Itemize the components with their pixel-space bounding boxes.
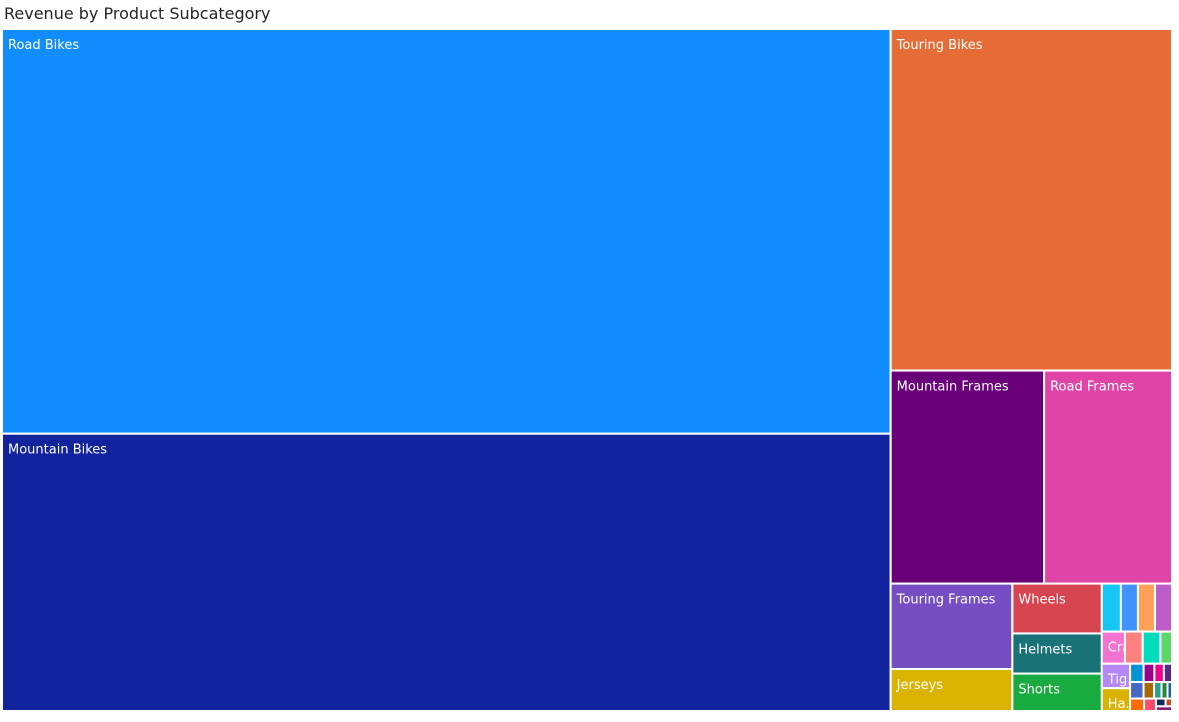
treemap-tile[interactable] bbox=[1141, 630, 1162, 665]
treemap-tile[interactable] bbox=[1129, 681, 1145, 700]
treemap-tile[interactable] bbox=[1142, 662, 1156, 684]
treemap-tile[interactable] bbox=[1166, 681, 1173, 700]
treemap-chart: Road Bikes Mountain Bikes Touring Bikes Mou… bbox=[1, 28, 1174, 713]
treemap-tile[interactable] bbox=[1155, 697, 1167, 708]
treemap-tile-rect[interactable] bbox=[1119, 582, 1139, 633]
treemap-tile-rect[interactable] bbox=[1123, 630, 1144, 665]
treemap-tile-label: Shorts bbox=[1018, 683, 1060, 698]
treemap-tile-rect[interactable] bbox=[1043, 369, 1173, 585]
treemap-tile[interactable] bbox=[1155, 705, 1174, 713]
treemap-tile[interactable]: Mountain Frames bbox=[889, 369, 1046, 585]
treemap-tile-rect[interactable] bbox=[1166, 681, 1173, 700]
treemap-tile-rect[interactable] bbox=[1136, 582, 1156, 633]
treemap-tile-rect[interactable] bbox=[1141, 630, 1162, 665]
treemap-tile-rect[interactable] bbox=[1142, 662, 1156, 684]
treemap-tile[interactable] bbox=[1153, 681, 1163, 700]
treemap-tile-rect[interactable] bbox=[1142, 681, 1156, 700]
treemap-tile[interactable]: Road Frames bbox=[1043, 369, 1173, 585]
treemap-tile[interactable]: Helmets bbox=[1011, 632, 1103, 675]
treemap-tile[interactable]: Shorts bbox=[1011, 672, 1103, 712]
treemap-tile[interactable] bbox=[1142, 681, 1156, 700]
treemap-tile-label: Mountain Bikes bbox=[8, 443, 107, 458]
treemap-tile[interactable] bbox=[1153, 582, 1174, 633]
treemap-tile-rect[interactable] bbox=[1143, 697, 1158, 713]
treemap-tile-rect[interactable] bbox=[1129, 697, 1146, 713]
treemap-tile-label: Touring Frames bbox=[896, 593, 996, 608]
treemap-tile[interactable] bbox=[1129, 697, 1146, 713]
treemap-tile[interactable]: Touring Bikes bbox=[889, 28, 1173, 372]
treemap-tile[interactable]: Road Bikes bbox=[1, 28, 892, 435]
treemap-tile[interactable]: Wheels bbox=[1011, 582, 1103, 635]
treemap-tile[interactable] bbox=[1123, 630, 1144, 665]
treemap-tile[interactable] bbox=[1129, 662, 1145, 684]
treemap-tile[interactable] bbox=[1143, 697, 1158, 713]
treemap-tile-rect[interactable] bbox=[1100, 582, 1122, 633]
treemap-tile-label: Road Frames bbox=[1050, 380, 1134, 395]
treemap-tile-rect[interactable] bbox=[1153, 582, 1174, 633]
treemap-tile-rect[interactable] bbox=[1153, 662, 1165, 684]
treemap-tile[interactable] bbox=[1153, 662, 1165, 684]
treemap-tile-label: Mountain Frames bbox=[897, 380, 1009, 395]
treemap-tile-rect[interactable] bbox=[1153, 681, 1163, 700]
treemap-tile-label: Jerseys bbox=[896, 678, 944, 693]
treemap-tile-rect[interactable] bbox=[1129, 662, 1145, 684]
treemap-tile[interactable] bbox=[1136, 582, 1156, 633]
treemap-tile-label: Wheels bbox=[1018, 593, 1066, 608]
treemap-tile-label: Touring Bikes bbox=[896, 38, 983, 53]
treemap-tile-rect[interactable] bbox=[1159, 630, 1174, 665]
treemap-tile-rect[interactable] bbox=[889, 28, 1173, 372]
treemap-tile[interactable]: Touring Frames bbox=[889, 582, 1014, 671]
treemap-tile[interactable] bbox=[1100, 582, 1122, 633]
treemap-tile-rect[interactable] bbox=[1155, 705, 1174, 713]
treemap-tile[interactable]: Jerseys bbox=[889, 668, 1014, 712]
treemap-tile-rect[interactable] bbox=[1164, 697, 1174, 708]
treemap-tile-rect[interactable] bbox=[1155, 697, 1167, 708]
treemap-tile[interactable] bbox=[1164, 697, 1174, 708]
treemap-tile[interactable] bbox=[1159, 630, 1174, 665]
treemap-tile[interactable] bbox=[1119, 582, 1139, 633]
treemap-tile-label: Helmets bbox=[1018, 642, 1072, 657]
treemap-tile-rect[interactable] bbox=[1129, 681, 1145, 700]
treemap-tile-rect[interactable] bbox=[1011, 582, 1103, 635]
treemap-tile[interactable] bbox=[1162, 662, 1174, 684]
treemap-tile-rect[interactable] bbox=[1, 28, 892, 435]
treemap-tile[interactable]: Mountain Bikes bbox=[1, 432, 892, 712]
treemap-tile-rect[interactable] bbox=[889, 369, 1046, 585]
treemap-tile-label: Road Bikes bbox=[8, 38, 79, 53]
treemap-tile-rect[interactable] bbox=[1162, 662, 1174, 684]
treemap-tile-rect[interactable] bbox=[1, 432, 892, 712]
